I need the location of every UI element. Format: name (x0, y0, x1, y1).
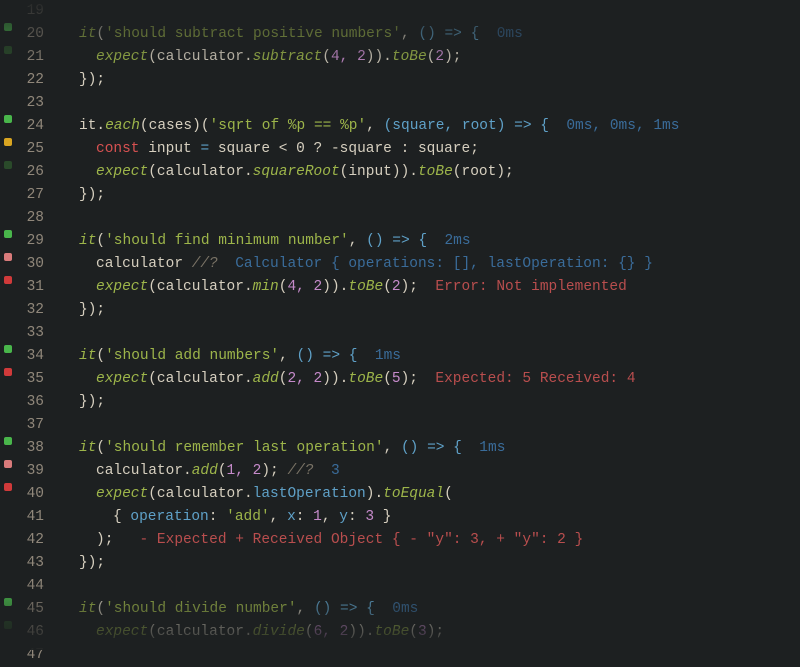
test-pass-icon (4, 437, 12, 445)
test-fail-icon (4, 483, 12, 491)
code-line: 40 expect(calculator.lastOperation).toEq… (0, 483, 800, 506)
test-pass-icon (4, 23, 12, 31)
code-line: 22 }); (0, 69, 800, 92)
time-annotation: 0ms, 0ms, 1ms (566, 118, 679, 134)
test-pass-icon (4, 345, 12, 353)
inspect-icon (4, 253, 12, 261)
error-annotation: Expected: 5 Received: 4 (435, 371, 635, 387)
time-annotation: 0ms (497, 26, 523, 42)
inspect-icon (4, 460, 12, 468)
partial-cover-icon (4, 138, 12, 146)
code-line: 29 it('should find minimum number', () =… (0, 230, 800, 253)
code-line: 25 const input = square < 0 ? -square : … (0, 138, 800, 161)
time-annotation: 2ms (444, 233, 470, 249)
test-pass-icon (4, 230, 12, 238)
code-line: 26 expect(calculator.squareRoot(input)).… (0, 161, 800, 184)
test-fail-icon (4, 276, 12, 284)
code-line: 27 }); (0, 184, 800, 207)
inline-value: 3 (331, 463, 340, 479)
error-annotation: Error: Not implemented (435, 279, 626, 295)
error-annotation: - Expected + Received Object { - "y": 3,… (140, 532, 584, 548)
covered-icon (4, 621, 12, 629)
test-pass-icon (4, 115, 12, 123)
code-line: 46 expect(calculator.divide(6, 2)).toBe(… (0, 621, 800, 644)
code-line: 45 it('should divide number', () => { 0m… (0, 598, 800, 621)
code-line: 38 it('should remember last operation', … (0, 437, 800, 460)
code-line: 23 (0, 92, 800, 115)
code-line: 39 calculator.add(1, 2); //? 3 (0, 460, 800, 483)
code-line: 20 it('should subtract positive numbers'… (0, 23, 800, 46)
line-number: 21 (16, 46, 58, 69)
covered-icon (4, 161, 12, 169)
test-fail-icon (4, 368, 12, 376)
line-number: 19 (16, 0, 58, 23)
line-number: 20 (16, 23, 58, 46)
test-pass-icon (4, 598, 12, 606)
covered-icon (4, 46, 12, 54)
code-line: 41 { operation: 'add', x: 1, y: 3 } (0, 506, 800, 529)
line-number: 22 (16, 69, 58, 92)
code-line: 42 ); - Expected + Received Object { - "… (0, 529, 800, 552)
code-line: 21 expect(calculator.subtract(4, 2)).toB… (0, 46, 800, 69)
code-line: 34 it('should add numbers', () => { 1ms (0, 345, 800, 368)
code-line: 31 expect(calculator.min(4, 2)).toBe(2);… (0, 276, 800, 299)
code-line: 19 (0, 0, 800, 23)
code-line: 30 calculator //? Calculator { operation… (0, 253, 800, 276)
code-line: 24 it.each(cases)('sqrt of %p == %p', (s… (0, 115, 800, 138)
inline-value: Calculator { operations: [], lastOperati… (235, 256, 653, 272)
code-editor[interactable]: 19 20 it('should subtract positive numbe… (0, 0, 800, 650)
code-line: 35 expect(calculator.add(2, 2)).toBe(5);… (0, 368, 800, 391)
